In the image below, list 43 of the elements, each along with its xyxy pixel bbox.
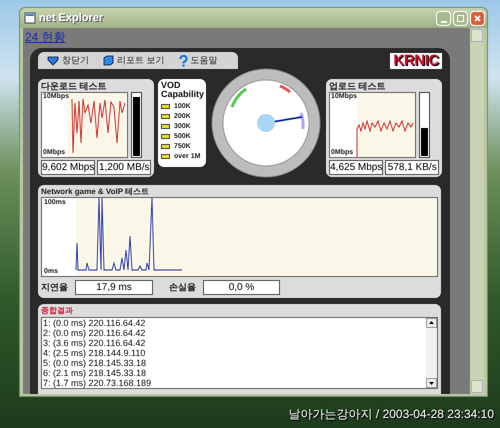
indicator-light	[161, 114, 170, 119]
result-row-text: 5: (0.0 ms) 218.145.33.18	[43, 358, 148, 368]
panel-title: 업로드 테스트	[329, 80, 387, 92]
toolbar-button[interactable]: 도움말	[178, 54, 218, 68]
toolbar-button[interactable]: 창닫기	[47, 54, 89, 68]
result-row-text: 4: (2.5 ms) 218.144.9.110	[43, 348, 146, 358]
logo: KRNIC	[390, 52, 442, 68]
close-icon	[474, 14, 481, 22]
question-mark-icon	[178, 54, 188, 66]
minimize-button[interactable]	[436, 10, 451, 26]
vod-title: VOD Capability	[161, 81, 203, 99]
loss-label: 손실율	[169, 280, 197, 294]
maximize-icon	[457, 14, 464, 22]
window-title: net Explorer	[39, 10, 104, 26]
result-row-text: 1: (0.0 ms) 220.116.64.42	[43, 318, 146, 328]
panel-title: 다운로드 테스트	[41, 80, 108, 92]
indicator-light	[161, 154, 170, 159]
readout-field: 4,625 Mbps	[329, 160, 384, 175]
readout-field: 578,1 KB/s	[385, 160, 439, 175]
toolbar-button[interactable]: 리포트 보기	[103, 54, 165, 68]
result-row-text: 2: (0.0 ms) 220.116.64.42	[43, 328, 146, 338]
photo-caption: 날아가는강아지 / 2003-04-28 23:34:10	[288, 406, 494, 423]
list-scrollbar[interactable]	[426, 318, 437, 388]
maximize-button[interactable]	[453, 10, 468, 26]
readout-field: 9,602 Mbps	[41, 160, 96, 175]
indicator-light	[161, 124, 170, 129]
result-row-text: 6: (2.1 ms) 218.145.33.18	[43, 368, 148, 378]
cube-icon	[103, 55, 114, 66]
result-row-text: 7: (1.7 ms) 220.73.168.189	[43, 378, 152, 388]
page-icon	[24, 12, 36, 24]
minimize-icon	[440, 20, 446, 22]
readout-field: 17,9 ms	[75, 280, 153, 295]
readout-field: 0,0 %	[203, 280, 280, 295]
indicator-light	[161, 144, 170, 149]
readout-field: 1,200 MB/s	[97, 160, 151, 175]
result-row-text: 3: (3.6 ms) 220.116.64.42	[43, 338, 146, 348]
results-title: 종합결과	[41, 305, 74, 317]
close-button[interactable]	[470, 10, 485, 26]
panel-title: Network game & VoIP 테스트	[41, 186, 150, 197]
latency-label: 지연율	[41, 280, 69, 294]
indicator-light	[161, 134, 170, 139]
indicator-light	[161, 104, 170, 109]
shield-icon	[47, 56, 59, 66]
